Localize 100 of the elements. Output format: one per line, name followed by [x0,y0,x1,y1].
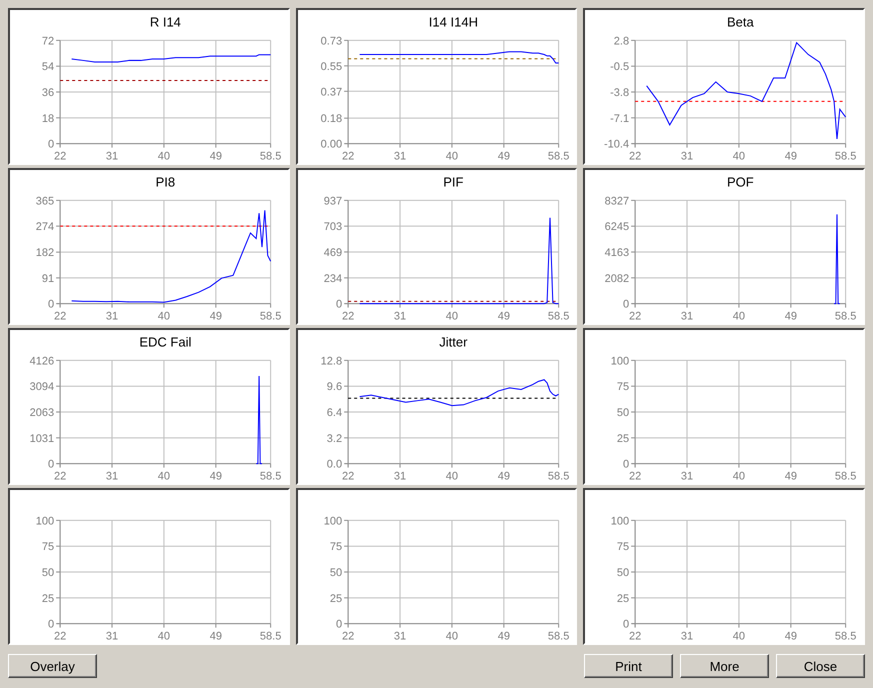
y-tick-label: 100 [611,515,630,528]
x-tick-label: 31 [394,150,406,163]
y-tick-label: 75 [617,541,630,554]
y-tick-label: 0.37 [320,86,342,98]
x-tick-label: 31 [394,470,406,483]
y-tick-label: 2082 [604,272,630,285]
y-tick-label: 0 [48,618,54,631]
chart-title: EDC Fail [139,334,192,350]
y-tick-label: 0 [623,298,630,311]
overlay-button[interactable]: Overlay [8,654,97,678]
x-tick-label: 40 [733,470,746,483]
x-tick-label: 40 [158,630,170,643]
x-tick-label: 22 [342,630,354,643]
chart-title: PIF [442,174,464,190]
x-tick-label: 31 [394,310,406,323]
x-tick-label: 31 [106,310,118,323]
x-tick-label: 40 [733,630,746,643]
x-tick-label: 49 [497,470,510,483]
x-tick-label: 58.5 [548,470,570,483]
chart-title: R I14 [150,14,181,30]
x-tick-label: 40 [733,150,746,163]
x-tick-label: 49 [210,150,222,163]
x-tick-label: 22 [629,310,642,323]
x-tick-label: 40 [733,310,746,323]
y-tick-label: 12.8 [320,355,342,368]
y-tick-label: 3094 [30,381,54,394]
x-tick-label: 31 [681,470,694,483]
y-tick-label: 9.6 [326,381,342,394]
y-tick-label: 0 [336,298,342,311]
x-tick-label: 22 [54,630,66,643]
y-tick-label: 0 [623,618,630,631]
y-tick-label: -10.4 [604,138,630,151]
y-tick-label: 0 [48,138,54,151]
x-tick-label: 58.5 [835,150,857,163]
y-tick-label: 36 [42,87,54,100]
x-tick-label: 49 [497,630,510,643]
x-tick-label: 49 [785,630,798,643]
y-tick-label: 91 [42,272,54,285]
y-tick-label: 182 [36,247,54,260]
y-tick-label: 25 [42,592,54,605]
y-tick-label: 50 [42,567,54,580]
y-tick-label: 25 [617,432,630,445]
chart-title: Beta [727,14,754,30]
x-tick-label: 40 [445,630,458,643]
x-tick-label: 31 [106,150,118,163]
y-tick-label: 18 [42,112,54,125]
y-tick-label: 703 [323,221,342,234]
chart-title: PI8 [156,174,176,190]
y-tick-label: 54 [42,61,54,74]
x-tick-label: 31 [106,630,118,643]
y-tick-label: -3.8 [610,87,630,100]
y-tick-label: -0.5 [610,61,630,74]
x-tick-label: 49 [210,310,222,323]
y-tick-label: 100 [323,515,342,528]
y-tick-label: 3.2 [326,432,342,445]
y-tick-label: 2063 [30,407,54,420]
y-tick-label: 0.73 [320,35,342,48]
dialog-button[interactable]: Print [584,654,673,678]
x-tick-label: 22 [342,310,354,323]
y-tick-label: 72 [42,35,54,48]
x-tick-label: 31 [394,630,406,643]
y-tick-label: 0 [48,458,54,471]
y-tick-label: 25 [617,592,630,605]
x-tick-label: 40 [158,310,170,323]
y-tick-label: 4126 [30,355,54,368]
x-tick-label: 49 [497,150,510,163]
x-tick-label: 49 [497,310,510,323]
chart-title: Jitter [438,334,468,350]
dialog-button[interactable]: Close [776,654,865,678]
x-tick-label: 49 [785,470,798,483]
x-tick-label: 58.5 [835,630,857,643]
y-tick-label: 75 [330,541,342,554]
y-tick-label: 75 [42,541,54,554]
x-tick-label: 58.5 [260,310,282,323]
x-tick-label: 22 [342,470,354,483]
y-tick-label: 0.00 [320,138,342,151]
x-tick-label: 22 [54,470,66,483]
y-tick-label: 937 [323,195,342,208]
x-tick-label: 58.5 [548,630,570,643]
x-tick-label: 40 [445,470,458,483]
chart-title: I14 I14H [428,14,478,30]
y-tick-label: 6.4 [326,407,342,420]
y-tick-label: 100 [611,355,630,368]
x-tick-label: 31 [106,470,118,483]
y-tick-label: 234 [323,272,342,285]
y-tick-label: 0 [336,618,342,631]
y-tick-label: 4163 [604,247,630,260]
chart-title: POF [727,174,754,190]
y-tick-label: 50 [617,567,630,580]
y-tick-label: 274 [36,221,54,234]
y-tick-label: -7.1 [610,112,630,125]
dialog-button[interactable]: More [680,654,769,678]
x-tick-label: 58.5 [835,470,857,483]
x-tick-label: 22 [342,150,354,163]
y-tick-label: 25 [330,592,342,605]
x-tick-label: 31 [681,310,694,323]
y-tick-label: 50 [617,407,630,420]
y-tick-label: 75 [617,381,630,394]
x-tick-label: 22 [629,470,642,483]
y-tick-label: 365 [36,195,54,208]
